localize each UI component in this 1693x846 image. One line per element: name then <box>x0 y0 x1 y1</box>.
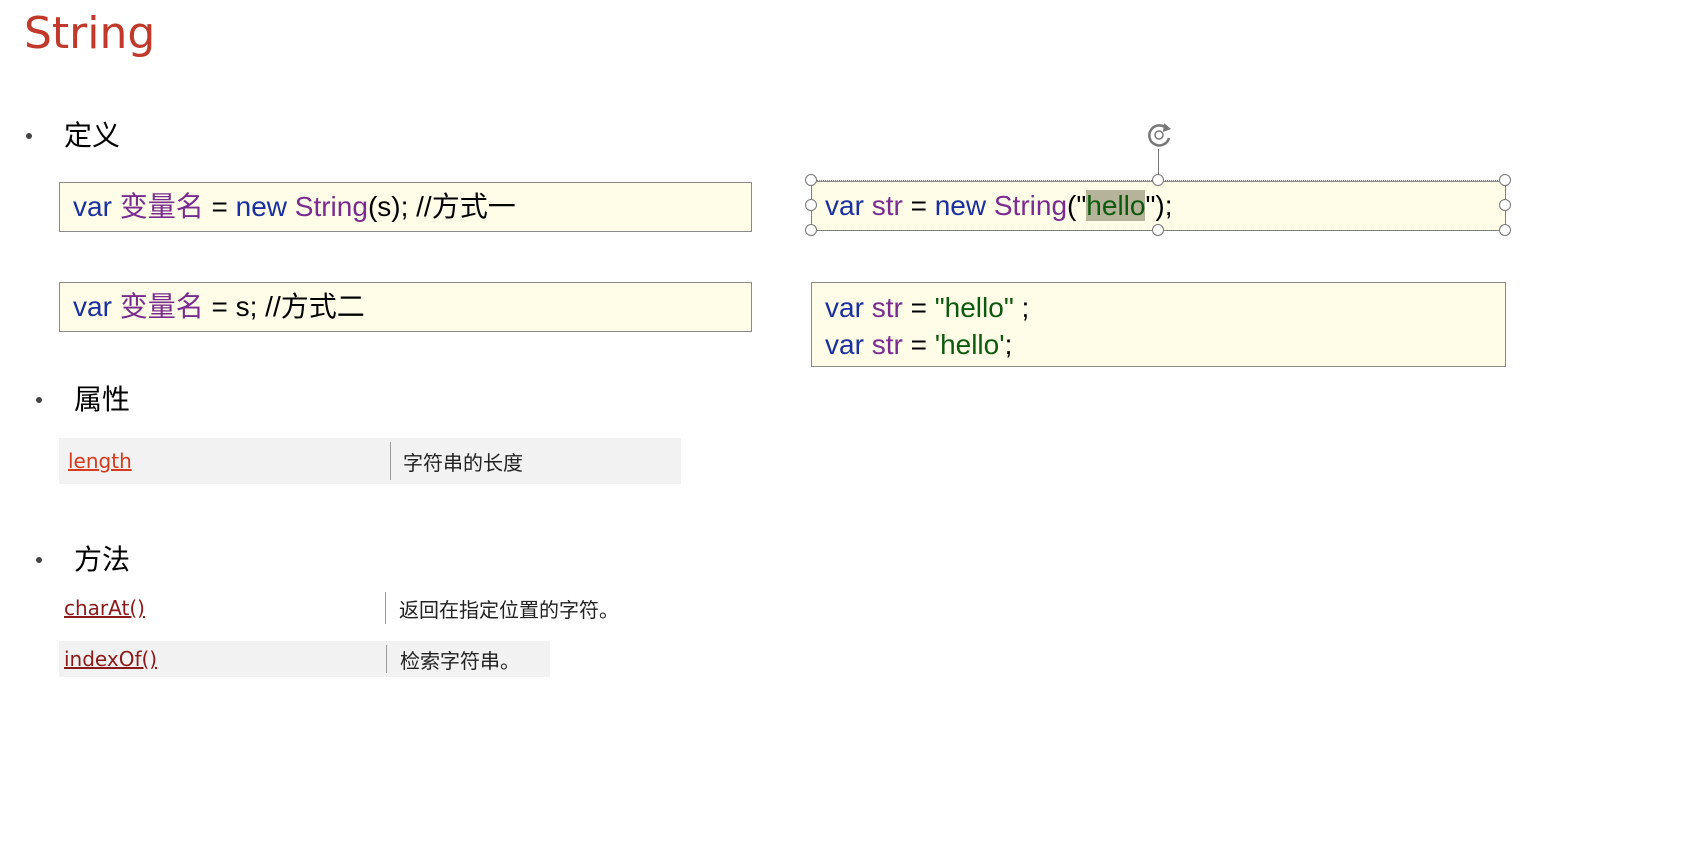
code-class-string: String <box>294 191 368 222</box>
code-line-2: var str = 'hello'; <box>825 326 1505 363</box>
rotate-handle-icon[interactable] <box>1142 118 1176 152</box>
resize-handle-bottom-left[interactable] <box>805 224 817 236</box>
method-desc-cell: 检索字符串。 <box>400 648 520 673</box>
bullet-dot <box>26 133 32 139</box>
cell-divider <box>390 442 391 480</box>
bullet-dot <box>36 397 42 403</box>
table-row: length 字符串的长度 <box>59 438 681 484</box>
resize-handle-left[interactable] <box>805 199 817 211</box>
method-desc-cell: 返回在指定位置的字符。 <box>399 597 619 622</box>
code-close: "); <box>1145 190 1173 221</box>
bullet-dot <box>36 557 42 563</box>
method-name-cell: indexOf() <box>64 641 157 677</box>
code-string: "hello" <box>934 292 1014 323</box>
code-equals: = <box>902 292 935 323</box>
resize-handle-top[interactable] <box>1152 174 1164 186</box>
property-link[interactable]: length <box>68 449 132 473</box>
cell-divider <box>385 592 386 624</box>
code-variable-name: 变量名 <box>119 191 204 222</box>
method-name-cell: charAt() <box>64 588 145 628</box>
code-keyword-var: var <box>73 191 112 222</box>
resize-handle-right[interactable] <box>1499 199 1511 211</box>
code-open: (" <box>1067 190 1087 221</box>
code-keyword-var: var <box>73 291 112 322</box>
code-rest: (s); //方式一 <box>367 191 516 222</box>
code-equals: = <box>203 191 236 222</box>
code-keyword-var: var <box>825 190 864 221</box>
code-keyword-new: new <box>235 191 287 222</box>
code-line-1: var str = "hello" ; <box>825 289 1505 326</box>
code-variable-str: str <box>871 292 903 323</box>
code-keyword-new: new <box>934 190 987 221</box>
code-equals: = <box>902 190 935 221</box>
resize-handle-bottom[interactable] <box>1152 224 1164 236</box>
property-desc-cell: 字符串的长度 <box>403 450 523 475</box>
property-name-cell: length <box>68 438 132 484</box>
section-methods-label: 方法 <box>74 543 131 576</box>
resize-handle-top-right[interactable] <box>1499 174 1511 186</box>
cell-divider <box>386 645 387 673</box>
page-title: String <box>24 8 156 59</box>
method-link[interactable]: indexOf() <box>64 647 157 671</box>
code-selected-text[interactable]: hello <box>1086 190 1146 221</box>
resize-handle-bottom-right[interactable] <box>1499 224 1511 236</box>
resize-handle-top-left[interactable] <box>805 174 817 186</box>
code-variable-name: 变量名 <box>119 291 204 322</box>
code-variable-str: str <box>871 190 903 221</box>
code-box-way2[interactable]: var 变量名 = s; //方式二 <box>59 282 752 332</box>
code-rest: = s; //方式二 <box>203 291 365 322</box>
section-properties-label: 属性 <box>74 383 131 416</box>
code-variable-str: str <box>871 329 903 360</box>
section-definition-label: 定义 <box>64 119 121 152</box>
code-end: ; <box>1004 329 1013 360</box>
code-equals: = <box>902 329 935 360</box>
table-row: indexOf() 检索字符串。 <box>59 641 550 677</box>
code-keyword-var: var <box>825 292 864 323</box>
code-box-example2[interactable]: var str = "hello" ; var str = 'hello'; <box>811 282 1506 367</box>
code-string: 'hello' <box>934 329 1005 360</box>
code-class-string: String <box>993 190 1068 221</box>
code-keyword-var: var <box>825 329 864 360</box>
method-link[interactable]: charAt() <box>64 596 145 620</box>
table-row: charAt() 返回在指定位置的字符。 <box>59 588 619 628</box>
code-box-way1[interactable]: var 变量名 = new String(s); //方式一 <box>59 182 752 232</box>
code-end: ; <box>1013 292 1030 323</box>
